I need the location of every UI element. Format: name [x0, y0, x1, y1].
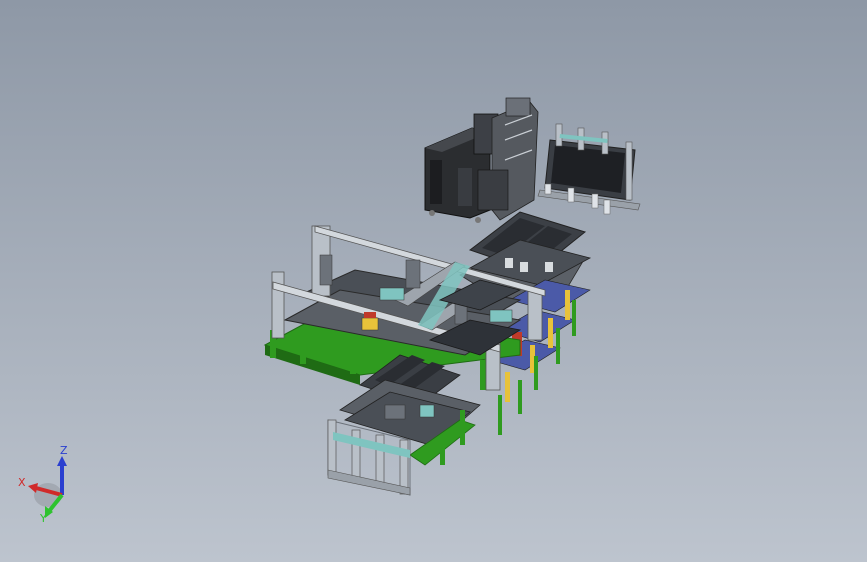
- assembly-model[interactable]: [0, 0, 867, 562]
- z-axis-head: [57, 456, 67, 466]
- cad-graphics-viewport[interactable]: Z X Y: [0, 0, 867, 562]
- z-axis-label: Z: [60, 444, 68, 457]
- display-rack[interactable]: [537, 123, 641, 215]
- coordinate-triad: Z X Y: [18, 444, 68, 525]
- packaging-machine[interactable]: [424, 97, 539, 223]
- y-axis-label: Y: [39, 512, 47, 525]
- x-axis-label: X: [18, 476, 26, 489]
